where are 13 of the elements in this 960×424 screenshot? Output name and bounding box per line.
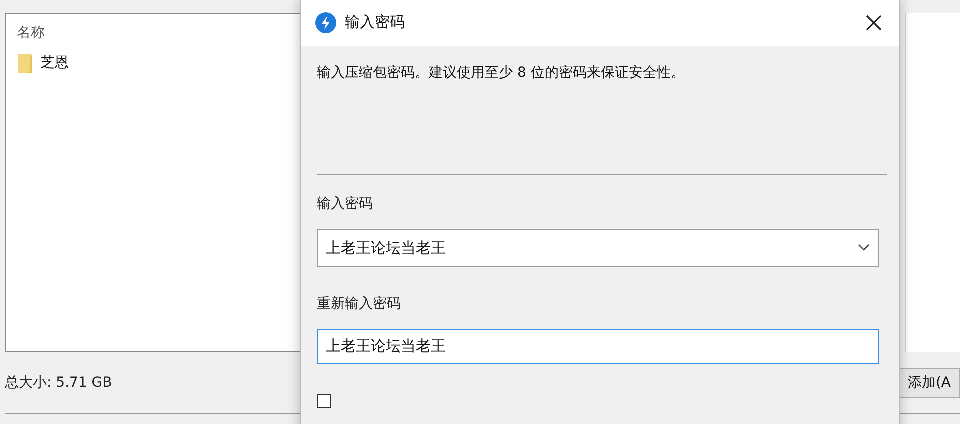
confirm-field[interactable]: 上老王论坛当老王 [317, 329, 879, 364]
description: 输入压缩包密码。建议使用至少 8 位的密码来保证安全性。 [317, 64, 686, 83]
lightning-icon [315, 12, 337, 34]
file-name[interactable]: 芝恩 [41, 54, 69, 72]
total-size: 总大小: 5.71 GB [5, 374, 114, 392]
add-button[interactable]: 添加(A [898, 368, 960, 398]
chevron-icon [858, 244, 870, 252]
password-combo[interactable]: 上老王论坛当老王 [317, 229, 879, 267]
column-header: 名称 [17, 24, 46, 42]
dialog-title: 输入密码 [345, 13, 406, 32]
password-label: 输入密码 [317, 195, 374, 213]
show-password-checkbox[interactable] [317, 394, 331, 408]
confirm-label: 重新输入密码 [317, 295, 402, 313]
